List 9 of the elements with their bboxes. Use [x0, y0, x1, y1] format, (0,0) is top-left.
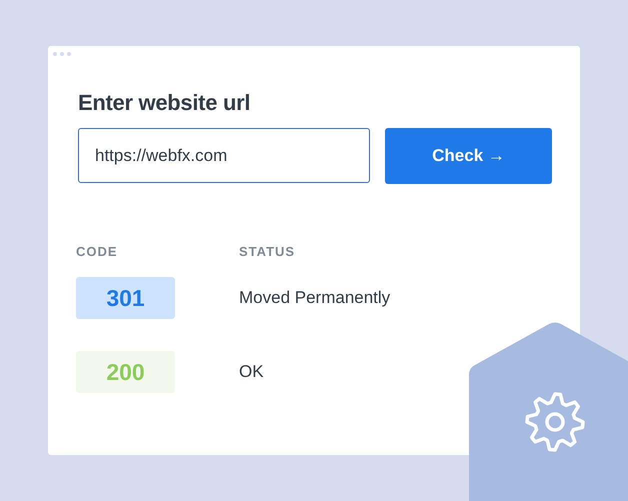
- column-header: STATUS: [239, 244, 296, 259]
- check-button[interactable]: Check →: [385, 128, 552, 184]
- status-text: Moved Permanently: [239, 288, 392, 308]
- status-text: OK: [239, 362, 265, 382]
- form-heading: Enter website url: [78, 90, 252, 116]
- status-code: 200: [76, 351, 175, 393]
- status-code: 301: [76, 277, 175, 319]
- url-input-field[interactable]: https://webfx.com: [78, 128, 370, 183]
- column-header: CODE: [76, 244, 119, 259]
